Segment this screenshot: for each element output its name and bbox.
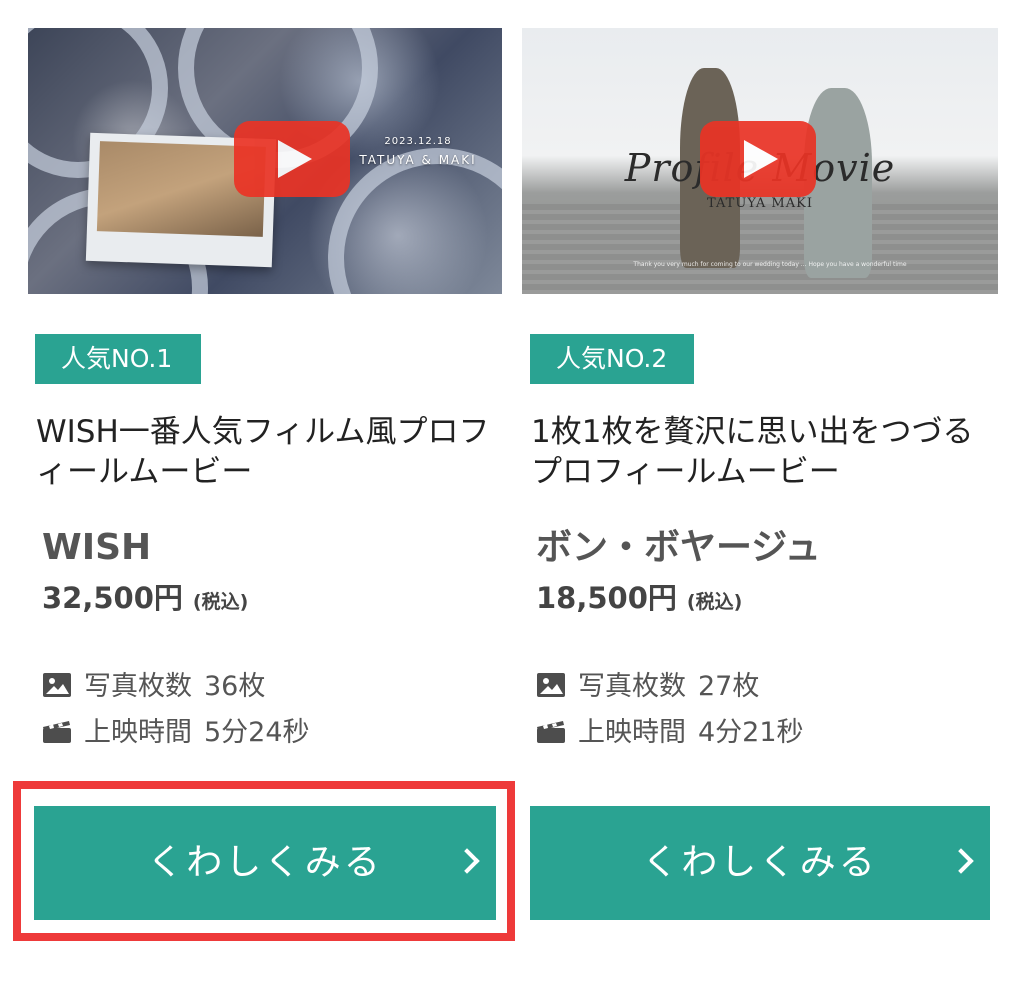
screening-time: 上映時間 5分24秒 bbox=[42, 716, 310, 750]
price-row: 32,500円 (税込) bbox=[42, 580, 248, 621]
details-button[interactable]: くわしくみる bbox=[530, 806, 990, 920]
tax-note: (税込) bbox=[686, 591, 743, 613]
details-button-label: くわしくみる bbox=[147, 842, 383, 883]
thumbnail-message: Thank you very much for coming to our we… bbox=[633, 261, 907, 268]
details-button[interactable]: くわしくみる bbox=[34, 806, 496, 920]
price-row: 18,500円 (税込) bbox=[536, 580, 742, 621]
film-reel-decoration bbox=[328, 148, 502, 294]
thumbnail-names: TATUYA & MAKI bbox=[359, 153, 477, 167]
thumbnail-caption: 2023.12.18 TATUYA & MAKI bbox=[338, 136, 498, 167]
product-card-bon-voyage: Profile Movie TATUYA MAKI Thank you very… bbox=[522, 0, 998, 920]
clapperboard-icon bbox=[43, 721, 71, 743]
thumbnail-names: TATUYA MAKI bbox=[707, 196, 813, 211]
details-button-label: くわしくみる bbox=[642, 842, 878, 883]
screening-time: 上映時間 4分21秒 bbox=[536, 716, 804, 750]
play-icon[interactable] bbox=[700, 121, 816, 197]
product-name: WISH bbox=[42, 527, 152, 568]
clapperboard-icon bbox=[537, 721, 565, 743]
rank-badge: 人気NO.1 bbox=[35, 334, 201, 384]
video-thumbnail[interactable]: 2023.12.18 TATUYA & MAKI bbox=[28, 28, 502, 294]
tax-note: (税込) bbox=[192, 591, 249, 613]
image-icon bbox=[43, 673, 71, 697]
seawall-background bbox=[522, 204, 998, 294]
image-icon bbox=[537, 673, 565, 697]
product-card-wish: 2023.12.18 TATUYA & MAKI 人気NO.1 WISH一番人気… bbox=[28, 0, 502, 920]
photo-count: 写真枚数 36枚 bbox=[42, 670, 265, 704]
product-name: ボン・ボヤージュ bbox=[536, 527, 821, 568]
price: 32,500円 bbox=[42, 581, 183, 615]
thumbnail-date: 2023.12.18 bbox=[384, 136, 452, 147]
product-catchphrase: 1枚1枚を贅沢に思い出をつづる プロフィールムービー bbox=[531, 414, 974, 490]
product-catchphrase: WISH一番人気フィルム風プロフ ィールムービー bbox=[36, 414, 490, 490]
play-icon[interactable] bbox=[234, 121, 350, 197]
rank-badge: 人気NO.2 bbox=[530, 334, 694, 384]
video-thumbnail[interactable]: Profile Movie TATUYA MAKI Thank you very… bbox=[522, 28, 998, 294]
price: 18,500円 bbox=[536, 581, 677, 615]
photo-count: 写真枚数 27枚 bbox=[536, 670, 759, 704]
